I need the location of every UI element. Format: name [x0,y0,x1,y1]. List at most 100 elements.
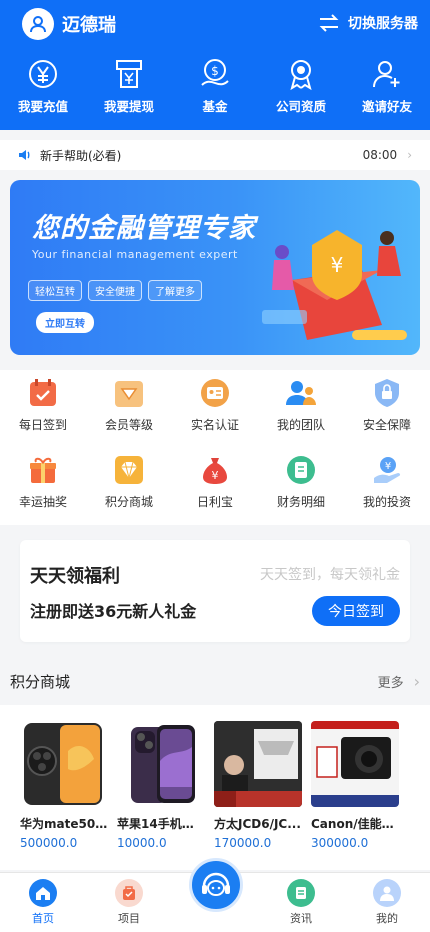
shield-icon [370,376,404,410]
grid-item-checkin[interactable]: 每日签到 [2,376,84,447]
product-price: 500000.0 [20,836,78,850]
calendar-icon [26,376,60,410]
product-image [117,721,205,807]
notice-text: 新手帮助(必看) [40,148,122,163]
product-image [311,721,399,807]
svg-text:¥: ¥ [212,469,219,482]
grid-item-daily-interest[interactable]: ¥ 日利宝 [174,453,256,524]
header: 迈德瑞 切换服务器 我要充值 我要提现 $ 基金 公司资质 邀请好友 [0,0,430,130]
grid-item-label: 财务明细 [276,495,325,509]
project-icon [115,879,143,907]
speaker-icon [19,150,30,160]
switch-server-label: 切换服务器 [348,16,418,32]
nav-recharge-label: 我要充值 [17,99,68,114]
nav-qualification[interactable]: 公司资质 [258,56,344,115]
gift-icon [26,453,60,487]
product-card[interactable]: 苹果14手机官... 10000.0 [117,705,214,870]
product-price: 300000.0 [311,836,369,850]
banner-transfer-button[interactable]: 立即互转 [36,312,94,333]
profile-icon [373,879,401,907]
grid-item-label: 我的团队 [276,418,325,432]
checkin-today-button[interactable]: 今日签到 [312,596,400,626]
customer-service-button[interactable] [189,858,243,912]
grid-item-points-mall[interactable]: 积分商城 [88,453,170,524]
team-icon [284,376,318,410]
welfare-card: 天天领福利 天天签到，每天领礼金 注册即送36元新人礼金 今日签到 [20,540,410,642]
product-card[interactable]: Canon/佳能g... 300000.0 [311,705,408,870]
tab-label: 首页 [32,912,54,925]
feature-grid: 每日签到 会员等级 实名认证 我的团队 安全保障 幸运抽奖 积分商城 ¥ 日利宝… [0,370,430,525]
points-mall-header: 积分商城 更多 › [0,666,430,696]
nav-recharge[interactable]: 我要充值 [0,56,86,115]
product-price: 10000.0 [117,836,167,850]
ledger-icon [284,453,318,487]
tab-label: 我的 [376,912,398,925]
product-name: Canon/佳能g... [311,817,399,831]
switch-server-button[interactable]: 切换服务器 [318,13,418,33]
investment-icon: ¥ [370,453,404,487]
grid-item-realname[interactable]: 实名认证 [174,376,256,447]
grid-item-label: 日利宝 [196,495,233,509]
chevron-right-icon: › [413,671,420,691]
product-list: 华为mate50p... 500000.0 苹果14手机官... 10000.0… [0,705,430,870]
grid-item-label: 我的投资 [362,495,411,509]
invite-icon [344,56,430,92]
product-name: 方太JCD6/JC... [214,817,301,831]
user-info[interactable]: 迈德瑞 [22,8,116,40]
product-card[interactable]: 华为mate50p... 500000.0 [20,705,117,870]
banner-chip: 了解更多 [148,280,202,301]
product-card[interactable]: 方太JCD6/JC... 170000.0 [214,705,311,870]
qualification-icon [258,56,344,92]
nav-invite[interactable]: 邀请好友 [344,56,430,115]
nav-withdraw-label: 我要提现 [103,99,154,114]
product-name: 苹果14手机官... [117,817,205,831]
headset-chat-icon [202,872,230,896]
nav-fund[interactable]: $ 基金 [172,56,258,115]
username: 迈德瑞 [62,15,116,36]
grid-item-label: 幸运抽奖 [18,495,67,509]
nav-fund-label: 基金 [202,99,228,114]
svg-text:¥: ¥ [385,461,391,472]
swap-icon [319,14,339,32]
grid-item-label: 实名认证 [190,418,239,432]
grid-item-team[interactable]: 我的团队 [260,376,342,447]
svg-text:¥: ¥ [331,253,344,277]
tab-news[interactable]: 资讯 [260,873,342,932]
chevron-right-icon: › [407,148,412,162]
feature-grid-row: 幸运抽奖 积分商城 ¥ 日利宝 财务明细 ¥ 我的投资 [0,447,430,524]
finance-illustration: ¥ [262,230,407,340]
top-nav: 我要充值 我要提现 $ 基金 公司资质 邀请好友 [0,56,430,115]
nav-qualification-label: 公司资质 [275,99,326,114]
news-icon [287,879,315,907]
grid-item-my-investment[interactable]: ¥ 我的投资 [346,453,428,524]
avatar-icon [22,8,54,40]
recharge-icon [0,56,86,92]
notice-time: 08:00 [362,148,398,162]
banner-title: 您的金融管理专家 [32,213,256,244]
product-name: 华为mate50p... [20,817,108,831]
id-card-icon [198,376,232,410]
notice-bar[interactable]: 新手帮助(必看) 08:00 › [0,140,430,170]
nav-withdraw[interactable]: 我要提现 [86,56,172,115]
grid-item-label: 安全保障 [362,418,411,432]
more-link[interactable]: 更多 [378,672,404,691]
tab-profile[interactable]: 我的 [346,873,428,932]
home-icon [29,879,57,907]
banner-chip: 安全便捷 [88,280,142,301]
grid-item-lottery[interactable]: 幸运抽奖 [2,453,84,524]
banner-chip: 轻松互转 [28,280,82,301]
banner-chips: 轻松互转 安全便捷 了解更多 [28,280,208,301]
feature-grid-row: 每日签到 会员等级 实名认证 我的团队 安全保障 [0,370,430,447]
diamond-box-icon [112,376,146,410]
tab-home[interactable]: 首页 [2,873,84,932]
tab-label: 资讯 [290,912,312,925]
welfare-slogan: 天天签到，每天领礼金 [260,567,400,583]
grid-item-label: 每日签到 [18,418,67,432]
svg-text:$: $ [211,64,219,78]
grid-item-security[interactable]: 安全保障 [346,376,428,447]
grid-item-finance-detail[interactable]: 财务明细 [260,453,342,524]
tab-project[interactable]: 项目 [88,873,170,932]
promo-banner[interactable]: 您的金融管理专家 Your financial management exper… [10,180,420,355]
product-image [214,721,302,807]
grid-item-membership[interactable]: 会员等级 [88,376,170,447]
